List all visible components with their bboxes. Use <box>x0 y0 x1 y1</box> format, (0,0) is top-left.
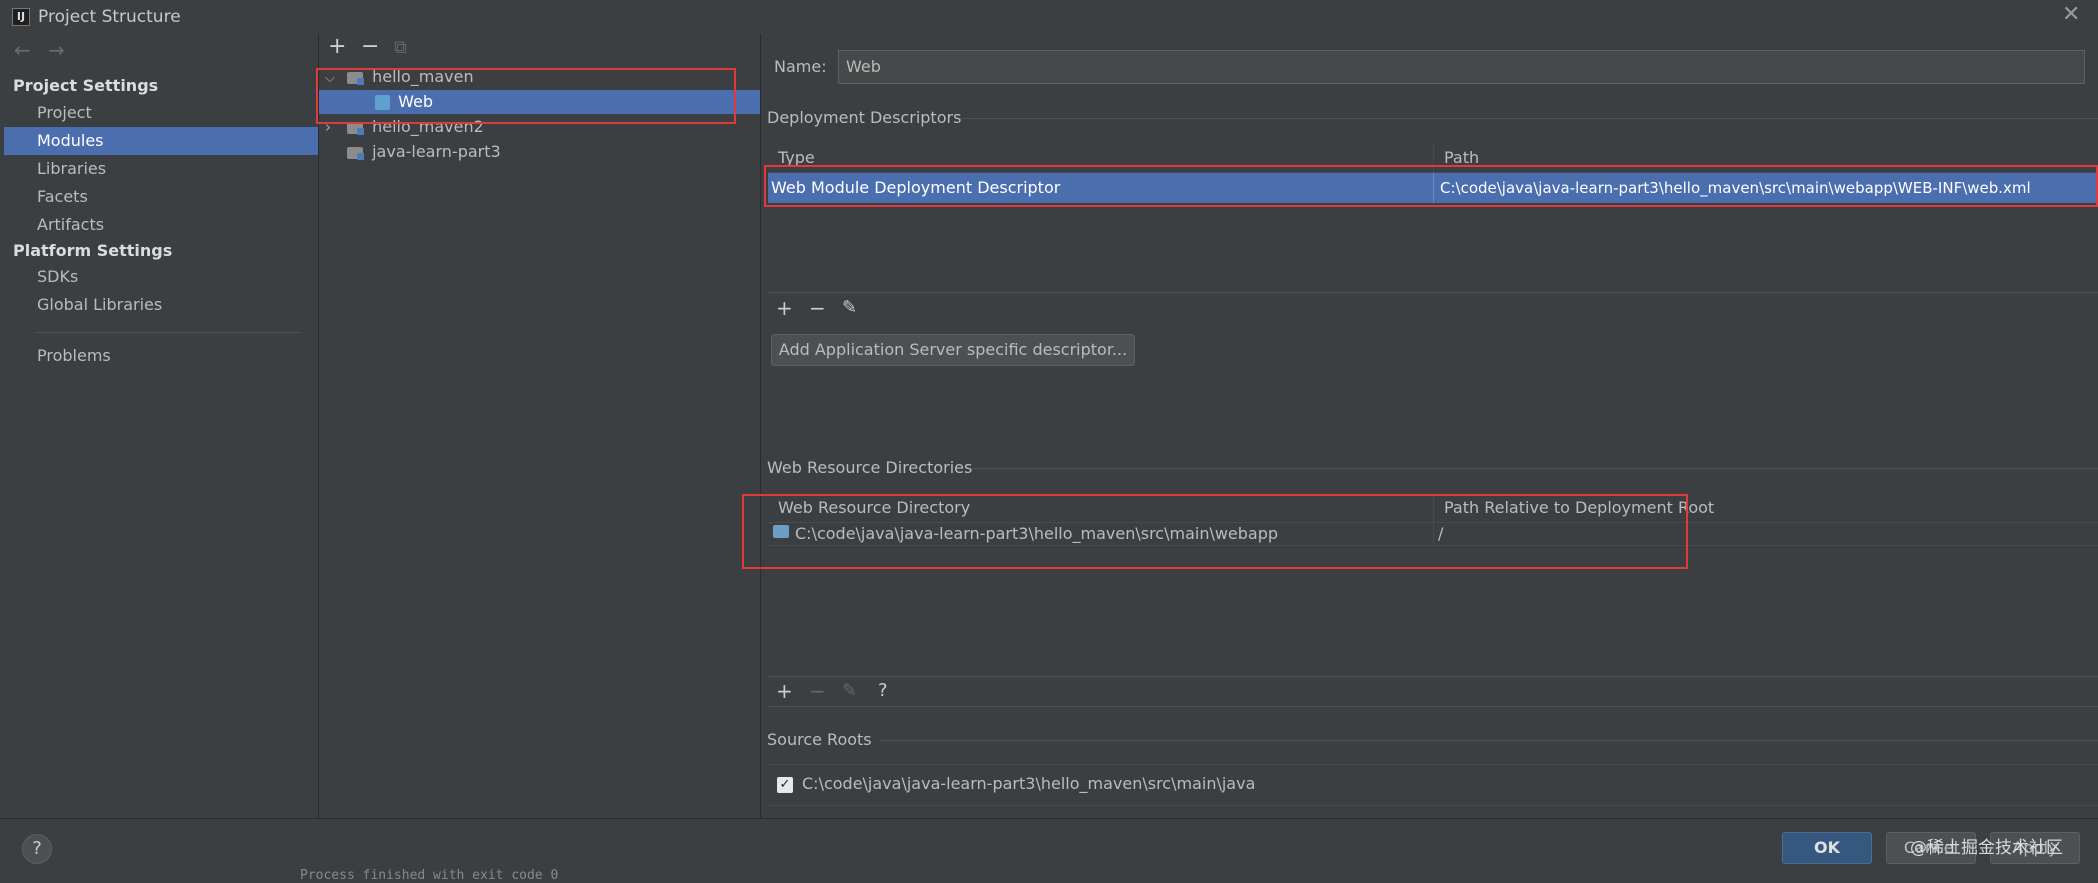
watermark: @稀土掘金技术社区 <box>1910 838 2063 858</box>
module-folder-icon <box>347 146 364 160</box>
highlight-box <box>316 68 736 124</box>
back-arrow-icon[interactable]: ← <box>14 38 31 62</box>
sidebar-divider <box>36 332 300 333</box>
forward-arrow-icon[interactable]: → <box>48 38 65 62</box>
add-directory-icon[interactable]: + <box>776 679 793 703</box>
add-icon[interactable]: + <box>328 34 346 59</box>
name-field[interactable]: Web <box>838 50 2085 84</box>
sidebar-item-sdks[interactable]: SDKs <box>4 263 318 291</box>
tree-node-java-learn-part3[interactable]: java-learn-part3 <box>319 140 760 164</box>
intellij-app-icon: IJ <box>12 8 30 26</box>
name-label: Name: <box>774 57 827 76</box>
copy-icon[interactable]: ⧉ <box>394 37 407 58</box>
toolbar-separator <box>768 706 2098 707</box>
section-separator <box>880 740 2098 741</box>
highlight-box <box>764 165 2098 207</box>
background-console-text: Process finished with exit code 0 <box>300 868 559 883</box>
close-icon[interactable]: ✕ <box>2062 2 2080 27</box>
sidebar-item-facets[interactable]: Facets <box>4 183 318 211</box>
highlight-box <box>742 494 1688 569</box>
toolbar-separator <box>768 676 2098 677</box>
remove-icon[interactable]: − <box>361 34 379 59</box>
edit-pencil-icon[interactable]: ✎ <box>842 680 857 701</box>
toolbar-separator <box>768 292 2098 293</box>
source-root-path: C:\code\java\java-learn-part3\hello_mave… <box>802 774 1256 793</box>
add-server-descriptor-button[interactable]: Add Application Server specific descript… <box>771 334 1135 366</box>
sidebar-item-libraries[interactable]: Libraries <box>4 155 318 183</box>
project-settings-header: Project Settings <box>13 76 159 95</box>
source-roots-title: Source Roots <box>767 730 872 749</box>
checkmark-icon: ✓ <box>777 777 793 793</box>
sidebar-item-modules[interactable]: Modules <box>4 127 318 155</box>
sidebar-item-global-libraries[interactable]: Global Libraries <box>4 291 318 319</box>
add-descriptor-icon[interactable]: + <box>776 296 793 320</box>
edit-pencil-icon[interactable]: ✎ <box>842 297 857 318</box>
tree-node-label: java-learn-part3 <box>372 142 501 161</box>
help-button[interactable]: ? <box>22 834 52 864</box>
sidebar-item-artifacts[interactable]: Artifacts <box>4 211 318 239</box>
deployment-descriptors-title: Deployment Descriptors <box>767 108 962 127</box>
title-bar <box>0 0 2098 34</box>
section-separator <box>960 118 2098 119</box>
sidebar-item-problems[interactable]: Problems <box>4 342 318 370</box>
help-icon[interactable]: ? <box>878 680 888 701</box>
sidebar-item-project[interactable]: Project <box>4 99 318 127</box>
ok-button[interactable]: OK <box>1782 832 1872 864</box>
platform-settings-header: Platform Settings <box>13 241 173 260</box>
section-separator <box>972 468 2098 469</box>
window-title: Project Structure <box>38 7 181 27</box>
remove-directory-icon[interactable]: − <box>809 679 826 703</box>
source-root-checkbox[interactable]: ✓ <box>777 775 793 795</box>
remove-descriptor-icon[interactable]: − <box>809 296 826 320</box>
web-resource-directories-title: Web Resource Directories <box>767 458 973 477</box>
